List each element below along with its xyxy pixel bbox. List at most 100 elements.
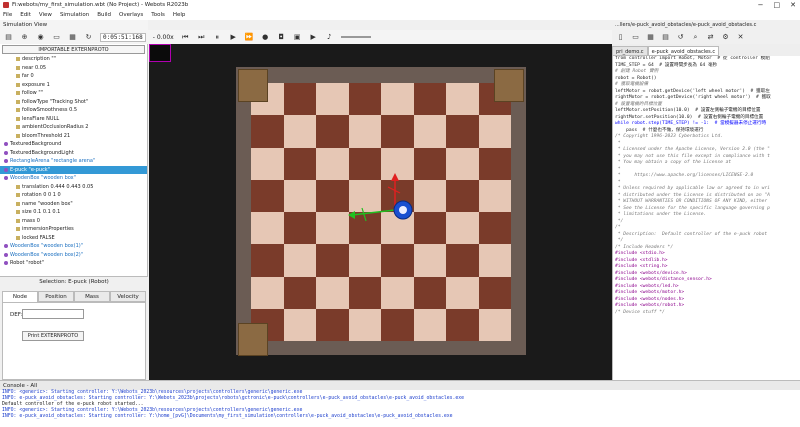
menu-file[interactable]: File	[3, 12, 12, 18]
record-movie-icon[interactable]: ●	[261, 33, 270, 42]
scene-tree-item[interactable]: TexturedBackground	[0, 140, 147, 149]
console-output[interactable]: INFO: <generic>: Starting controller: Y:…	[0, 390, 800, 427]
save-world-icon[interactable]: ▦	[68, 33, 77, 42]
menu-tools[interactable]: Tools	[151, 12, 165, 18]
rotation-handle	[387, 186, 401, 194]
importable-externproto-button[interactable]: IMPORTABLE EXTERNPROTO	[2, 45, 145, 54]
scene-tree-item-label: TexturedBackground	[10, 141, 62, 147]
scene-tree-item[interactable]: near 0.05	[0, 64, 147, 73]
scene-tree-item-label: followSmoothness 0.5	[22, 107, 78, 113]
open-world-icon[interactable]: ▭	[52, 33, 61, 42]
scene-tree-item[interactable]: WoodenBox "wooden box(2)"	[0, 251, 147, 260]
scene-tree-item[interactable]: mass 0	[0, 217, 147, 226]
tab-mass[interactable]: Mass	[74, 291, 110, 302]
scene-tree-item[interactable]: size 0.1 0.1 0.1	[0, 208, 147, 217]
print-externproto-button[interactable]: Print EXTERNPROTO	[22, 331, 84, 341]
add-node-icon[interactable]: ⊕	[20, 33, 29, 42]
menu-overlays[interactable]: Overlays	[119, 12, 143, 18]
scene-tree-item[interactable]: TexturedBackgroundLight	[0, 149, 147, 158]
play-icon[interactable]: ▶	[229, 33, 238, 42]
e-puck-top	[399, 206, 407, 214]
wooden-box[interactable]	[494, 69, 524, 102]
scene-tree-item-label: locked FALSE	[22, 234, 55, 241]
field-icon	[16, 108, 20, 113]
view-icon[interactable]: ◉	[36, 33, 45, 42]
scene-tree-item[interactable]: translation 0.444 0.443 0.05	[0, 183, 147, 192]
scene-tree-item-label: size 0.1 0.1 0.1	[22, 209, 61, 215]
menu-edit[interactable]: Edit	[20, 12, 31, 18]
node-icon	[4, 167, 8, 172]
menu-view[interactable]: View	[39, 12, 52, 18]
close-button[interactable]: ✕	[790, 1, 796, 9]
find-icon[interactable]: ⌕	[691, 33, 700, 42]
wooden-box[interactable]	[238, 69, 268, 102]
pause-icon[interactable]: ⏸	[213, 33, 222, 42]
viewport-overlay-tile[interactable]	[149, 44, 171, 62]
screenshot-icon[interactable]: ◘	[277, 33, 286, 42]
scene-tree-item[interactable]: exposure 1	[0, 81, 147, 90]
scene-tree-item[interactable]: WoodenBox "wooden box"	[0, 174, 147, 183]
scene-tree-item[interactable]: locked FALSE	[0, 234, 147, 243]
tab-node[interactable]: Node	[2, 291, 38, 302]
open-file-icon[interactable]: ▭	[631, 33, 640, 42]
code-editor[interactable]: from controller import Robot, Motor # 從 …	[612, 56, 800, 380]
scene-tree-item[interactable]: far 0	[0, 72, 147, 81]
build-icon[interactable]: ⚙	[721, 33, 730, 42]
field-icon	[16, 125, 20, 130]
scene-tree-item[interactable]: description ""	[0, 55, 147, 64]
save-as-icon[interactable]: ▤	[661, 33, 670, 42]
volume-slider[interactable]	[340, 36, 371, 38]
scene-tree-item-label: mass 0	[22, 217, 40, 224]
robot-gizmo[interactable]	[340, 165, 430, 245]
scene-tree-item-label: Robot "robot"	[10, 260, 44, 266]
clean-icon[interactable]: ✕	[736, 33, 745, 42]
floor-tile	[251, 179, 284, 212]
node-icon	[4, 159, 8, 164]
x-axis-arrow	[351, 209, 396, 216]
scene-tree-item[interactable]: ambientOcclusionRadius 2	[0, 123, 147, 132]
floor-tile	[478, 147, 511, 180]
tab-e-puck-avoid-obstacles[interactable]: e-puck_avoid_obstacles.c	[647, 46, 720, 56]
video-icon[interactable]: ▶	[309, 33, 318, 42]
share-icon[interactable]: ▣	[293, 33, 302, 42]
tab-velocity[interactable]: Velocity	[110, 291, 146, 302]
replace-icon[interactable]: ⇄	[706, 33, 715, 42]
tab-position[interactable]: Position	[38, 291, 74, 302]
revert-icon[interactable]: ↺	[676, 33, 685, 42]
floor-tile	[251, 212, 284, 245]
field-icon	[16, 201, 20, 206]
scene-tree-item[interactable]: Robot "robot"	[0, 259, 147, 268]
new-file-icon[interactable]: ▯	[616, 33, 625, 42]
maximize-button[interactable]: □	[774, 1, 781, 9]
scene-tree-item[interactable]: rotation 0 0 1 0	[0, 191, 147, 200]
floor-tile	[348, 276, 381, 309]
menu-help[interactable]: Help	[173, 12, 186, 18]
toggle-scene-tree-icon[interactable]: ▤	[4, 33, 13, 42]
floor-tile	[446, 83, 479, 116]
scene-tree-item[interactable]: name "wooden box"	[0, 200, 147, 209]
reload-world-icon[interactable]: ↻	[84, 33, 93, 42]
step-icon[interactable]: ⏭	[197, 33, 206, 42]
wooden-box[interactable]	[238, 323, 268, 356]
scene-tree-item[interactable]: lensFlare NULL	[0, 115, 147, 124]
field-icon	[16, 235, 20, 240]
field-icon	[16, 133, 20, 138]
menu-build[interactable]: Build	[97, 12, 111, 18]
minimize-button[interactable]: −	[758, 1, 764, 9]
scene-tree-item[interactable]: WoodenBox "wooden box(1)"	[0, 242, 147, 251]
save-file-icon[interactable]: ▦	[646, 33, 655, 42]
scene-tree-item[interactable]: followSmoothness 0.5	[0, 106, 147, 115]
scene-tree-item[interactable]: immersionProperties	[0, 225, 147, 234]
floor-tile	[413, 244, 446, 277]
scene-tree-item[interactable]: RectangleArena "rectangle arena"	[0, 157, 147, 166]
scene-tree-item[interactable]: followType "Tracking Shot"	[0, 98, 147, 107]
scene-tree-item[interactable]: follow ""	[0, 89, 147, 98]
scene-tree-item[interactable]: bloomThreshold 21	[0, 132, 147, 141]
tab-pri-demo[interactable]: pri_demo.c	[612, 46, 648, 56]
step-back-icon[interactable]: ⏮	[181, 33, 190, 42]
volume-icon[interactable]: ♪	[325, 33, 334, 42]
menu-simulation[interactable]: Simulation	[60, 12, 89, 18]
def-input[interactable]	[22, 309, 84, 319]
scene-tree-item[interactable]: E-puck "e-puck"	[0, 165, 147, 174]
fast-forward-icon[interactable]: ⏩	[245, 33, 254, 42]
